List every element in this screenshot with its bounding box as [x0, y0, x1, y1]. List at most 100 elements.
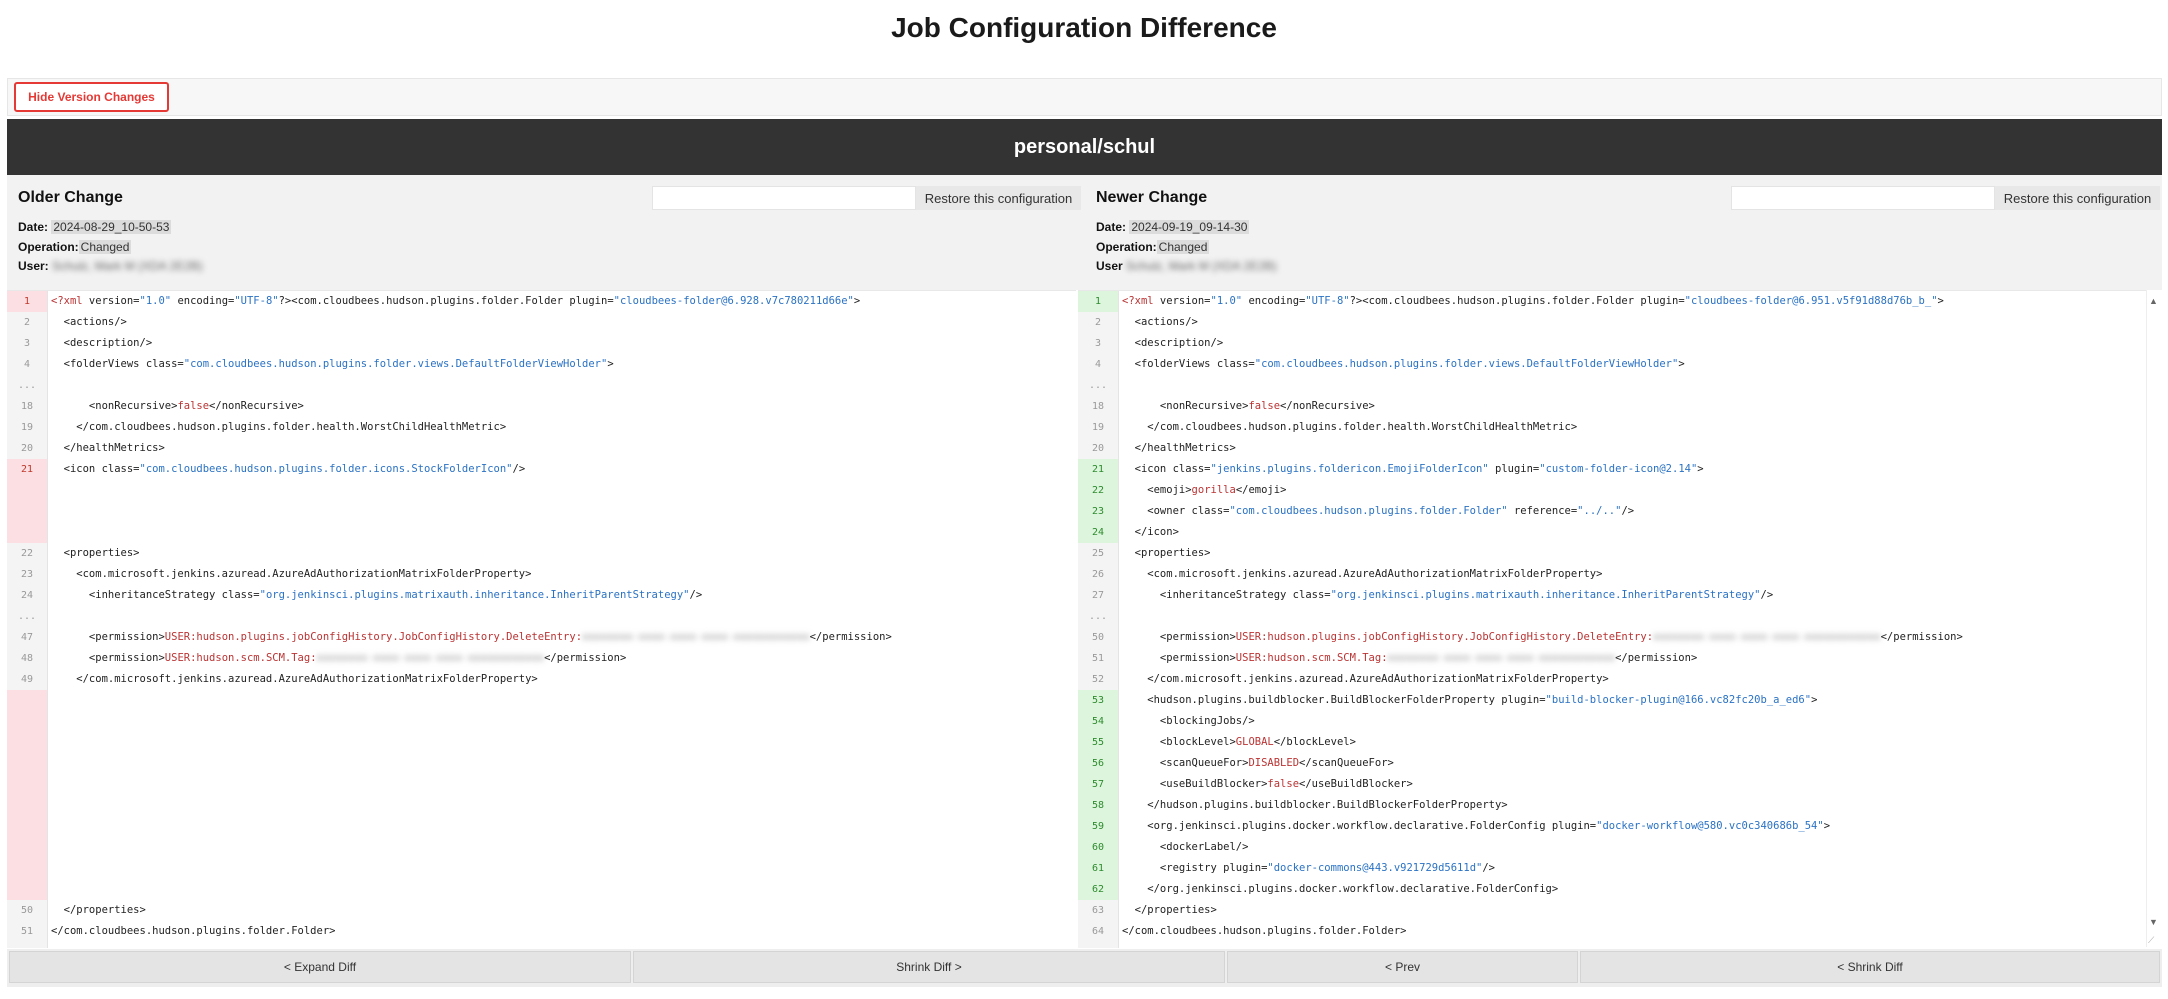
older-diff-line: 4 <folderViews class="com.cloudbees.huds…	[7, 354, 1076, 375]
older-line-text: <description/>	[51, 337, 153, 349]
older-line-number	[7, 858, 47, 879]
older-line-number	[7, 879, 47, 900]
newer-user: User Schulz, Mark M (XDA 2E2B)	[1096, 259, 1277, 273]
older-change-title: Older Change	[18, 189, 123, 206]
older-diff-line: 22 <properties>	[7, 543, 1076, 564]
job-name-bar: personal/schul	[7, 119, 2162, 175]
older-diff-line: 49 </com.microsoft.jenkins.azuread.Azure…	[7, 669, 1076, 690]
newer-diff-line: 27 <inheritanceStrategy class="org.jenki…	[1078, 585, 2146, 606]
older-line-number	[7, 795, 47, 816]
older-user: User: Schulz, Mark M (XDA 2E2B)	[18, 259, 203, 273]
scroll-up-icon[interactable]: ▲	[2149, 296, 2158, 306]
older-diff-pane[interactable]: 1 <?xml version="1.0" encoding="UTF-8"?><…	[7, 290, 1076, 948]
older-line-text: <com.microsoft.jenkins.azuread.AzureAdAu…	[51, 568, 532, 580]
newer-change-title: Newer Change	[1096, 189, 1208, 206]
older-line-number: 51	[20, 926, 34, 937]
older-diff-line	[7, 522, 1076, 543]
newer-line-number: 61	[1078, 858, 1118, 879]
newer-diff-pane[interactable]: 1 <?xml version="1.0" encoding="UTF-8"?><…	[1078, 290, 2146, 948]
newer-line-number: 51	[1091, 653, 1105, 664]
newer-diff-line: 20 </healthMetrics>	[1078, 438, 2146, 459]
older-diff-line: 3 <description/>	[7, 333, 1076, 354]
older-restore-input[interactable]	[652, 186, 916, 210]
older-line-text: </properties>	[51, 904, 146, 916]
newer-restore-button[interactable]: Restore this configuration	[1995, 186, 2160, 210]
older-line-number: 47	[20, 632, 34, 643]
older-line-number: ...	[17, 611, 37, 622]
older-line-number: 4	[23, 359, 31, 370]
newer-line-number: 55	[1078, 732, 1118, 753]
older-diff-line	[7, 858, 1076, 879]
diff-navigation-bar: < Expand Diff Shrink Diff > < Prev < Shr…	[7, 949, 2162, 987]
newer-line-text: </properties>	[1122, 904, 1217, 916]
newer-line-number: 62	[1078, 879, 1118, 900]
newer-line-number: 52	[1091, 674, 1105, 685]
newer-line-text: <dockerLabel/>	[1122, 841, 1249, 853]
newer-line-number: ...	[1088, 380, 1108, 391]
older-diff-line: 51 </com.cloudbees.hudson.plugins.folder.…	[7, 921, 1076, 942]
shrink-diff-right-button[interactable]: Shrink Diff >	[633, 951, 1225, 983]
older-line-text: </healthMetrics>	[51, 442, 165, 454]
newer-diff-line: 24 </icon>	[1078, 522, 2146, 543]
hide-version-changes-button[interactable]: Hide Version Changes	[14, 82, 169, 112]
newer-line-number: 53	[1078, 690, 1118, 711]
resize-handle-icon[interactable]: ⟋	[2148, 935, 2158, 945]
older-diff-line: 20 </healthMetrics>	[7, 438, 1076, 459]
newer-line-text: <useBuildBlocker>false</useBuildBlocker>	[1122, 778, 1413, 790]
older-line-number	[7, 501, 47, 522]
newer-line-text: <permission>USER:hudson.scm.SCM.Tag:xxxx…	[1122, 652, 1698, 664]
older-line-number	[7, 816, 47, 837]
older-line-text: </com.microsoft.jenkins.azuread.AzureAdA…	[51, 673, 538, 685]
newer-diff-line: 62 </org.jenkinsci.plugins.docker.workfl…	[1078, 879, 2146, 900]
newer-line-number: 24	[1078, 522, 1118, 543]
newer-line-text: </icon>	[1122, 526, 1179, 538]
older-diff-line	[7, 732, 1076, 753]
newer-diff-line: 19 </com.cloudbees.hudson.plugins.folder…	[1078, 417, 2146, 438]
older-restore-button[interactable]: Restore this configuration	[916, 186, 1081, 210]
newer-restore-input[interactable]	[1731, 186, 1995, 210]
older-line-number: 48	[20, 653, 34, 664]
newer-diff-line: 25 <properties>	[1078, 543, 2146, 564]
newer-line-text: <com.microsoft.jenkins.azuread.AzureAdAu…	[1122, 568, 1603, 580]
older-line-number	[7, 711, 47, 732]
newer-diff-line: 22 <emoji>gorilla</emoji>	[1078, 480, 2146, 501]
older-diff-line: 1 <?xml version="1.0" encoding="UTF-8"?><…	[7, 291, 1076, 312]
older-line-text: <actions/>	[51, 316, 127, 328]
older-diff-line: 21 <icon class="com.cloudbees.hudson.plu…	[7, 459, 1076, 480]
shrink-diff-left-button[interactable]: < Shrink Diff	[1580, 951, 2160, 983]
scroll-down-icon[interactable]: ▼	[2149, 917, 2158, 927]
newer-line-text: <emoji>gorilla</emoji>	[1122, 484, 1287, 496]
newer-line-number: 18	[1091, 401, 1105, 412]
older-line-number	[7, 753, 47, 774]
newer-line-text: <actions/>	[1122, 316, 1198, 328]
newer-change-header: Newer Change Restore this configuration …	[1085, 175, 2160, 290]
older-diff-line	[7, 501, 1076, 522]
newer-line-number: 19	[1091, 422, 1105, 433]
newer-line-text: <hudson.plugins.buildblocker.BuildBlocke…	[1122, 694, 1818, 706]
older-line-number: 3	[23, 338, 31, 349]
newer-diff-line: 26 <com.microsoft.jenkins.azuread.AzureA…	[1078, 564, 2146, 585]
newer-line-text: <blockingJobs/>	[1122, 715, 1255, 727]
newer-diff-line: 2 <actions/>	[1078, 312, 2146, 333]
newer-line-text: </org.jenkinsci.plugins.docker.workflow.…	[1122, 883, 1559, 895]
older-diff-line: 47 <permission>USER:hudson.plugins.jobCo…	[7, 627, 1076, 648]
prev-button[interactable]: < Prev	[1227, 951, 1578, 983]
older-line-number: 19	[20, 422, 34, 433]
diff-scrollbar[interactable]	[2146, 290, 2161, 947]
newer-diff-line: ...	[1078, 606, 2146, 627]
newer-line-text: <?xml version="1.0" encoding="UTF-8"?><c…	[1122, 295, 1944, 307]
newer-line-number: 56	[1078, 753, 1118, 774]
newer-line-text: </hudson.plugins.buildblocker.BuildBlock…	[1122, 799, 1508, 811]
older-line-text: <?xml version="1.0" encoding="UTF-8"?><c…	[51, 295, 861, 307]
older-line-number: 20	[20, 443, 34, 454]
newer-operation: Operation: Changed	[1096, 240, 1210, 254]
newer-line-text: </com.microsoft.jenkins.azuread.AzureAdA…	[1122, 673, 1609, 685]
older-diff-line	[7, 480, 1076, 501]
newer-diff-line: 50 <permission>USER:hudson.plugins.jobCo…	[1078, 627, 2146, 648]
older-line-text: <permission>USER:hudson.scm.SCM.Tag:xxxx…	[51, 652, 627, 664]
newer-line-number: 54	[1078, 711, 1118, 732]
newer-line-number: 59	[1078, 816, 1118, 837]
newer-date: Date: 2024-09-19_09-14-30	[1096, 220, 1250, 234]
newer-diff-line: 23 <owner class="com.cloudbees.hudson.pl…	[1078, 501, 2146, 522]
expand-diff-button[interactable]: < Expand Diff	[9, 951, 631, 983]
